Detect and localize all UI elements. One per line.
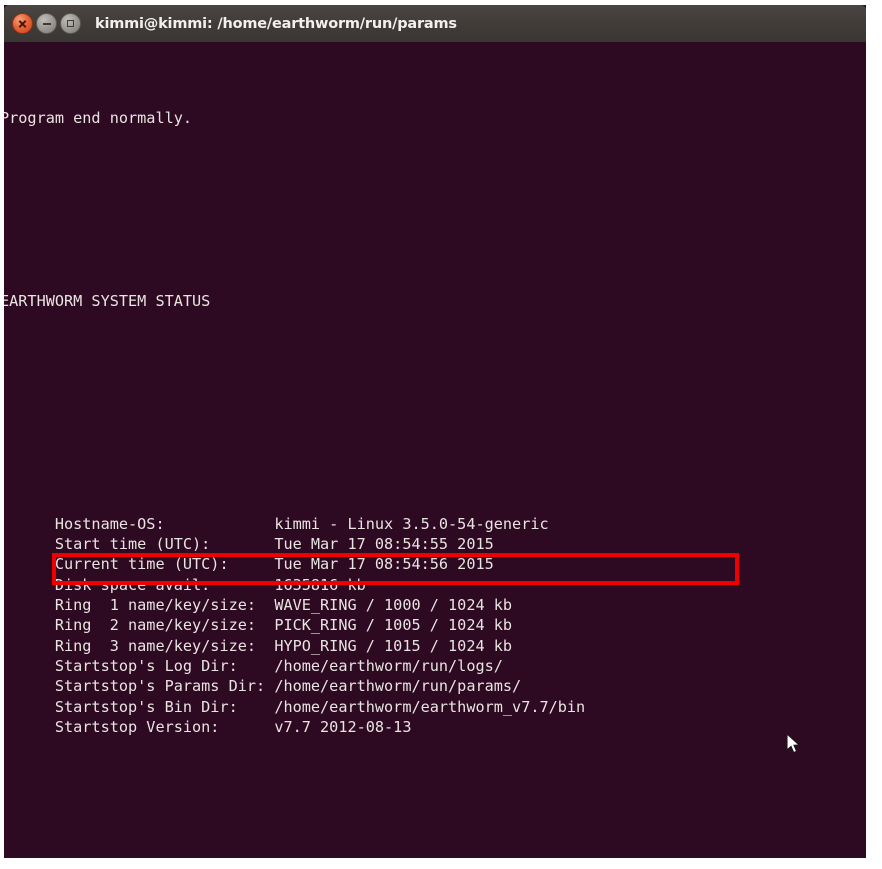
info-label: Hostname-OS: (4, 514, 275, 533)
info-label: Startstop Version: (4, 717, 275, 736)
info-value: WAVE_RING / 1000 / 1024 kb (274, 596, 513, 615)
info-row: Current time (UTC): Tue Mar 17 08:54:56 … (4, 554, 622, 574)
info-value: /home/earthworm/earthworm_v7.7/bin (274, 697, 586, 716)
info-label: Ring 3 name/key/size: (4, 636, 275, 655)
mouse-cursor-icon (731, 714, 801, 754)
info-row: Disk space avail: 1635816 kb (4, 575, 622, 595)
minimize-icon (42, 22, 51, 25)
maximize-button[interactable] (60, 13, 81, 34)
info-value: /home/earthworm/run/params/ (274, 677, 522, 696)
info-row: Startstop Version: v7.7 2012-08-13 (4, 717, 622, 737)
info-label: Ring 2 name/key/size: (4, 616, 275, 635)
info-value: Tue Mar 17 08:54:56 2015 (274, 555, 494, 574)
system-info-block: Hostname-OS: kimmi - Linux 3.5.0-54-gene… (4, 514, 622, 737)
info-value: /home/earthworm/run/logs/ (274, 656, 503, 675)
info-value: 1635816 kb (274, 575, 366, 594)
terminal-screen[interactable]: Program end normally. EARTHWORM SYSTEM S… (4, 42, 866, 858)
program-end-line: Program end normally. (4, 108, 193, 127)
status-heading-text: EARTHWORM SYSTEM STATUS (4, 291, 211, 310)
info-row: Ring 3 name/key/size: HYPO_RING / 1015 /… (4, 636, 622, 656)
info-row: Ring 2 name/key/size: PICK_RING / 1005 /… (4, 615, 622, 635)
info-value: PICK_RING / 1005 / 1024 kb (274, 616, 513, 635)
info-value: v7.7 2012-08-13 (274, 717, 412, 736)
info-label: Startstop's Bin Dir: (4, 697, 275, 716)
info-label: Startstop's Params Dir: (4, 677, 275, 696)
status-heading: EARTHWORM SYSTEM STATUS (4, 291, 622, 311)
info-value: Tue Mar 17 08:54:55 2015 (274, 535, 494, 554)
info-label: Startstop's Log Dir: (4, 656, 275, 675)
info-row: Startstop's Bin Dir: /home/earthworm/ear… (4, 697, 622, 717)
window-titlebar[interactable]: kimmi@kimmi: /home/earthworm/run/params (4, 5, 866, 42)
maximize-icon (67, 20, 74, 27)
info-row: Ring 1 name/key/size: WAVE_RING / 1000 /… (4, 595, 622, 615)
terminal-window: kimmi@kimmi: /home/earthworm/run/params … (4, 5, 866, 858)
close-icon (18, 19, 27, 28)
info-row: Startstop's Params Dir: /home/earthworm/… (4, 676, 622, 696)
terminal-text-buffer: Program end normally. EARTHWORM SYSTEM S… (4, 47, 622, 858)
close-button[interactable] (12, 13, 33, 34)
info-label: Current time (UTC): (4, 555, 275, 574)
info-label: Start time (UTC): (4, 535, 275, 554)
info-label: Ring 1 name/key/size: (4, 596, 275, 615)
info-value: kimmi - Linux 3.5.0-54-generic (274, 514, 549, 533)
info-row: Hostname-OS: kimmi - Linux 3.5.0-54-gene… (4, 514, 622, 534)
info-row: Startstop's Log Dir: /home/earthworm/run… (4, 656, 622, 676)
window-title: kimmi@kimmi: /home/earthworm/run/params (95, 15, 457, 32)
info-row: Start time (UTC): Tue Mar 17 08:54:55 20… (4, 534, 622, 554)
info-label: Disk space avail: (4, 575, 275, 594)
info-value: HYPO_RING / 1015 / 1024 kb (274, 636, 513, 655)
minimize-button[interactable] (36, 13, 57, 34)
